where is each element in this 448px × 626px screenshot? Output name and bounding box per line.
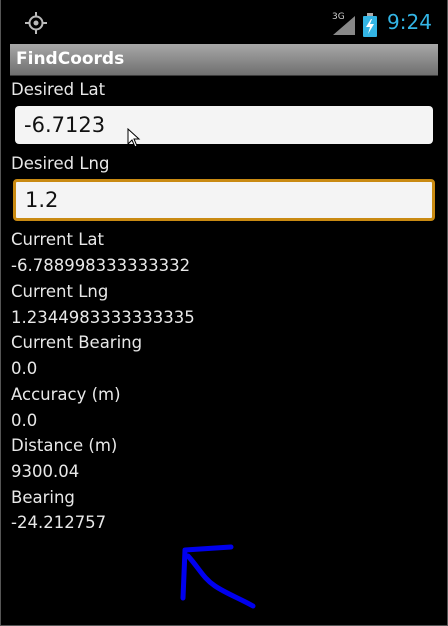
app-title: FindCoords	[16, 49, 125, 69]
current-lng-value: 1.2344983333333335	[11, 308, 195, 327]
gps-crosshair-icon	[25, 12, 47, 34]
phone-screen: 3G 9:24 FindCoords Desired Lat -6.7123 D…	[0, 0, 448, 626]
current-bearing-label: Current Bearing	[11, 333, 143, 352]
current-lat-label: Current Lat	[11, 230, 104, 249]
current-bearing-value: 0.0	[11, 359, 38, 378]
signal-strength-icon	[333, 16, 355, 35]
desired-lng-label: Desired Lng	[11, 154, 110, 173]
bearing-label: Bearing	[11, 488, 75, 507]
direction-arrow-icon	[180, 544, 256, 609]
mouse-pointer-icon	[127, 128, 141, 148]
app-title-bar: FindCoords	[10, 44, 438, 76]
accuracy-label: Accuracy (m)	[11, 385, 121, 404]
bearing-value: -24.212757	[11, 513, 107, 532]
desired-lat-input[interactable]: -6.7123	[15, 106, 433, 144]
desired-lng-input[interactable]: 1.2	[13, 179, 435, 221]
distance-value: 9300.04	[11, 462, 80, 481]
current-lat-value: -6.788998333333332	[11, 256, 191, 275]
desired-lat-label: Desired Lat	[11, 80, 106, 99]
distance-label: Distance (m)	[11, 436, 118, 455]
current-lng-label: Current Lng	[11, 282, 109, 301]
accuracy-value: 0.0	[11, 411, 38, 430]
status-clock: 9:24	[387, 10, 432, 34]
battery-charging-icon	[363, 13, 377, 37]
status-bar: 3G 9:24	[1, 0, 447, 44]
